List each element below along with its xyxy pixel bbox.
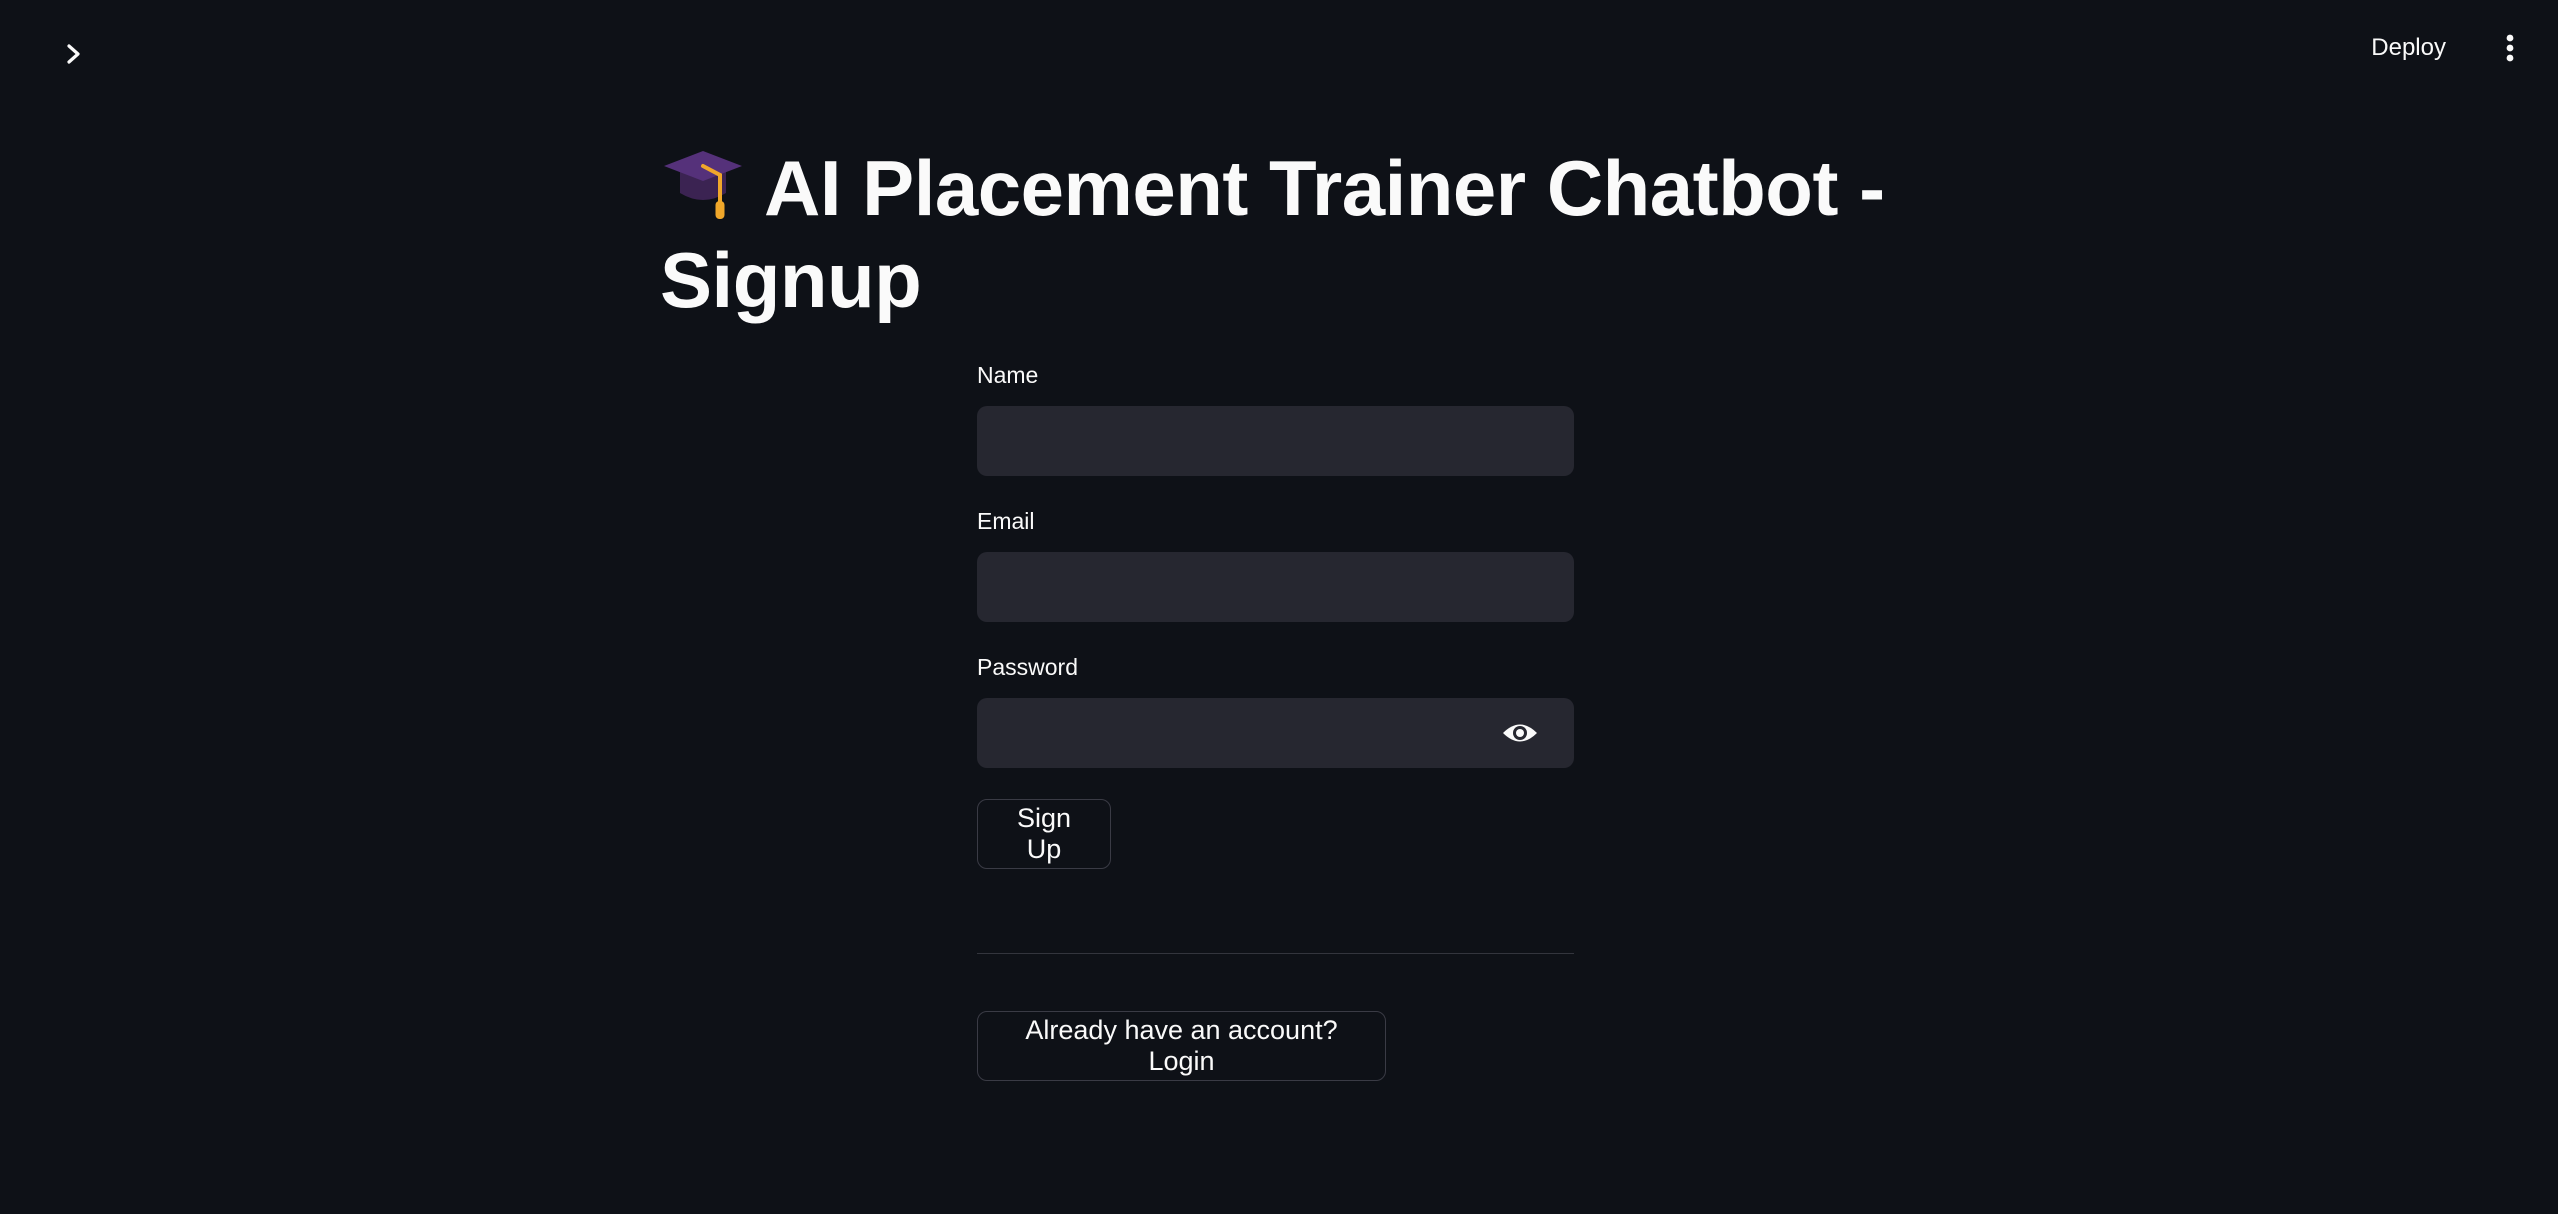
password-input[interactable] — [977, 698, 1574, 768]
kebab-menu-icon — [2506, 34, 2514, 62]
login-link-button[interactable]: Already have an account? Login — [977, 1011, 1386, 1081]
sidebar-toggle-button[interactable] — [56, 36, 92, 72]
email-input[interactable] — [977, 552, 1574, 622]
email-label: Email — [977, 508, 1035, 534]
sign-up-button[interactable]: Sign Up — [977, 799, 1111, 869]
password-label: Password — [977, 654, 1078, 680]
page-title: AI Placement Trainer Chatbot - Signup — [660, 142, 1920, 326]
name-input-wrapper — [977, 406, 1574, 476]
top-toolbar: Deploy — [2353, 26, 2528, 70]
email-field-group: Email — [977, 506, 1574, 622]
page-title-text: AI Placement Trainer Chatbot - Signup — [660, 144, 1885, 324]
chevron-right-icon — [67, 44, 80, 64]
password-input-wrapper — [977, 698, 1574, 768]
name-field-group: Name — [977, 360, 1574, 476]
password-field-group: Password — [977, 652, 1574, 768]
signup-form: Name Email Password — [977, 360, 1574, 798]
divider — [977, 953, 1574, 954]
email-input-wrapper — [977, 552, 1574, 622]
name-input[interactable] — [977, 406, 1574, 476]
app-root: Deploy AI Placement Trainer Chatbot - Si… — [0, 0, 2558, 1214]
graduation-cap-icon — [664, 151, 742, 219]
eye-icon[interactable] — [1502, 720, 1538, 746]
name-label: Name — [977, 362, 1039, 388]
main-menu-button[interactable] — [2492, 26, 2528, 70]
deploy-button[interactable]: Deploy — [2353, 26, 2464, 70]
